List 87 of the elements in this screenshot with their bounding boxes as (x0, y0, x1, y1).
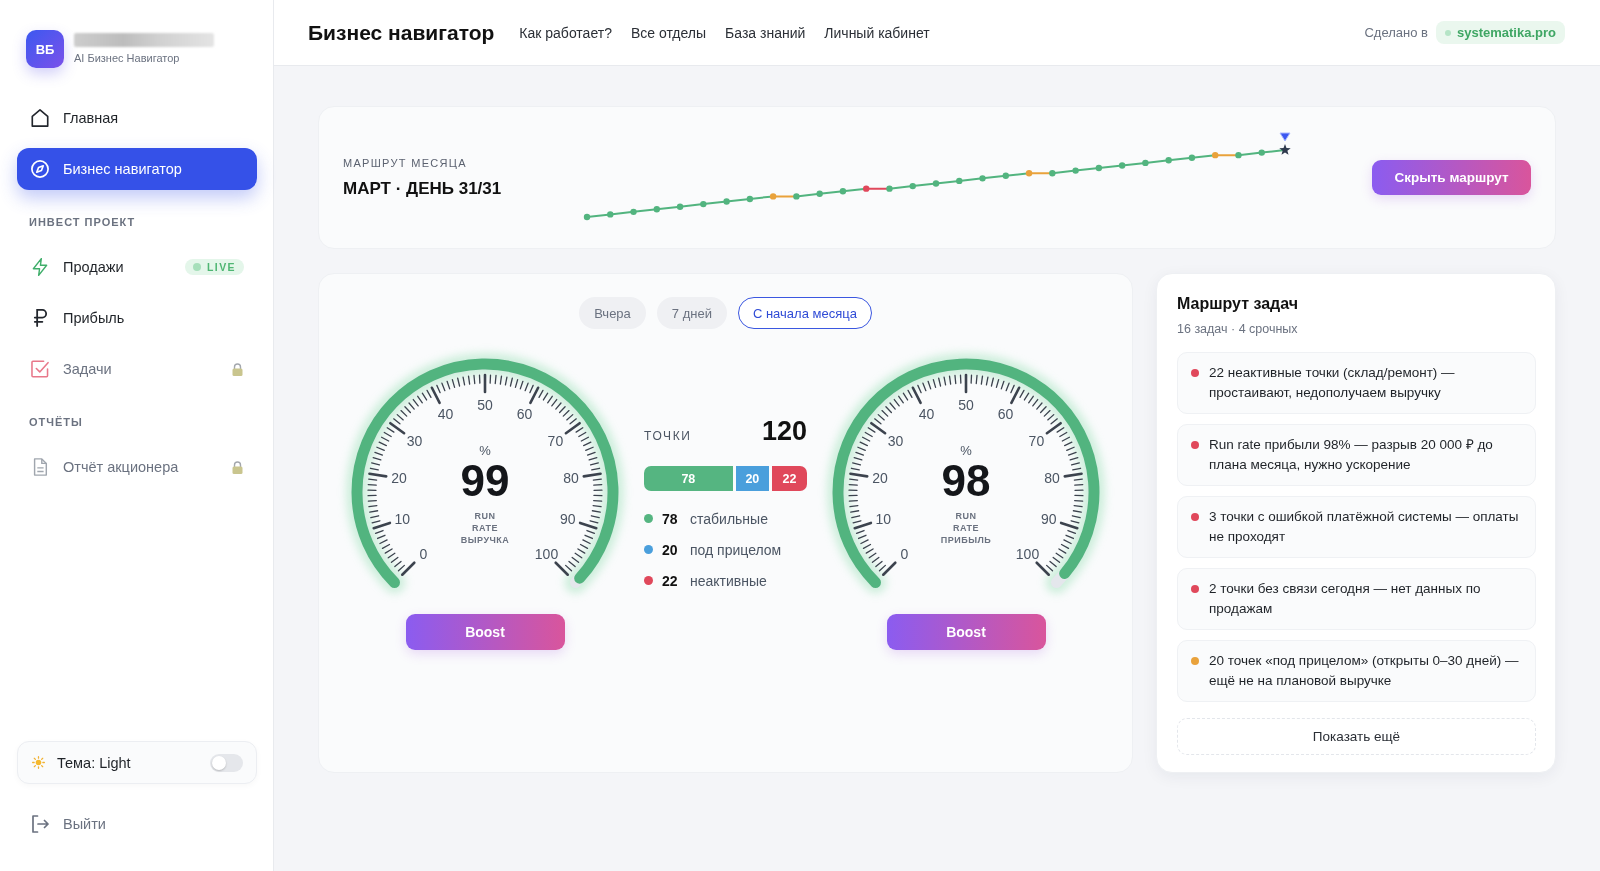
gauge-tick-label: 30 (406, 432, 423, 449)
section-title: ИНВЕСТ ПРОЕКТ (29, 215, 137, 230)
gauge-caption: RUN RATE ВЫРУЧКА (460, 510, 510, 546)
legend-value: 22 (662, 572, 679, 589)
nav-link[interactable]: Как работает? (519, 24, 612, 41)
route-title: МАРТ · ДЕНЬ 31/31 (343, 177, 503, 200)
nav-item[interactable]: Бизнес навигатор (17, 148, 257, 190)
bar-segment: 78 (644, 466, 733, 491)
gauge-tick-label: 100 (1015, 545, 1040, 562)
sun-icon (32, 756, 45, 769)
nav-link[interactable]: Все отделы (630, 24, 707, 41)
made-by-label: Сделано в (1364, 25, 1428, 40)
gauge-tick-label: 80 (1044, 470, 1060, 487)
gauge-tick-label: 20 (872, 470, 888, 487)
page-title: Бизнес навигатор (308, 20, 495, 45)
gauge-tick-label: 30 (887, 432, 904, 449)
lightning-icon (31, 258, 49, 276)
gauge-tick-label: 70 (547, 432, 564, 449)
gauge-tick-label: 60 (516, 406, 533, 423)
legend-label: стабильные (690, 510, 768, 527)
nav-item[interactable]: Прибыль (17, 297, 257, 339)
task-text: 22 неактивные точки (склад/ремонт) — простаивают, недополучаем выручку (1209, 364, 1456, 402)
status-dot-icon (193, 263, 202, 271)
show-more-button[interactable]: Показать ещё (1177, 718, 1536, 755)
bar-segment: 20 (735, 466, 769, 491)
checked-box-icon (31, 360, 49, 378)
panel-subtitle: 16 задач · 4 срочных (1177, 321, 1299, 338)
period-tab[interactable]: С начала месяца (737, 297, 872, 329)
task-text: 2 точки без связи сегодня — нет данных по продажам (1209, 580, 1482, 618)
nav-link[interactable]: Личный кабинет (824, 24, 930, 41)
gauge-tick-label: 50 (477, 397, 493, 413)
nav-item[interactable]: Продажи (17, 246, 186, 288)
gauge-tick-label: 10 (394, 510, 411, 527)
gauge-tick-label: 60 (997, 406, 1014, 423)
gauge-tick-label: 0 (419, 545, 428, 562)
badge-label: LIVE (207, 261, 236, 273)
gauge-value: 99 (460, 459, 510, 503)
legend-value: 78 (662, 510, 679, 527)
period-tab[interactable]: Вчера (579, 297, 646, 329)
points-label: ТОЧКИ (644, 429, 692, 443)
hide-route-button[interactable]: Скрыть маршрут (1372, 160, 1531, 195)
status-dot-icon (1445, 29, 1451, 36)
bar-segment: 22 (771, 466, 807, 491)
gauge-tick-label: 70 (1028, 432, 1045, 449)
gauge-value: 98 (941, 459, 991, 503)
legend-value: 20 (662, 541, 679, 558)
ruble-icon (31, 309, 49, 327)
section-label: МАРШРУТ МЕСЯЦА (343, 155, 468, 170)
avatar: ВБ (26, 30, 64, 68)
nav-item[interactable]: Отчёт акционера (17, 446, 232, 488)
gauge-tick-label: 50 (958, 397, 974, 413)
legend-label: неактивные (690, 572, 767, 589)
nav-item[interactable]: Задачи (17, 348, 232, 390)
home-icon (31, 109, 49, 127)
nav-link[interactable]: База знаний (725, 24, 806, 41)
section-title: ОТЧЁТЫ (29, 415, 84, 430)
lock-icon (232, 460, 243, 474)
lock-icon (232, 362, 243, 376)
legend-label: под прицелом (690, 541, 782, 558)
unit-label: % (960, 443, 972, 459)
gauge-tick-label: 0 (900, 545, 909, 562)
gauge-tick-label: 100 (534, 545, 559, 562)
logout-icon (31, 815, 49, 833)
gauge-tick-label: 90 (1040, 510, 1057, 527)
unit-label: % (479, 443, 491, 459)
gauge-tick-label: 40 (918, 406, 935, 423)
gauge-caption: RUN RATE ПРИБЫЛЬ (940, 510, 992, 546)
compass-icon (31, 160, 49, 178)
logout-button[interactable]: Выйти (17, 803, 120, 845)
document-icon (31, 458, 49, 476)
gauge-tick-label: 10 (875, 510, 892, 527)
theme-label: Тема: Light (57, 754, 131, 771)
gauge-tick-label: 80 (563, 470, 579, 487)
gauge-tick-label: 90 (559, 510, 576, 527)
nav-item[interactable]: Главная (17, 97, 257, 139)
gauge-tick-label: 40 (437, 406, 454, 423)
brand-subtitle: AI Бизнес Навигатор (74, 51, 181, 65)
period-tab[interactable]: 7 дней (656, 297, 727, 329)
theme-switch[interactable] (210, 753, 243, 772)
task-text: 3 точки с ошибкой платёжной системы — оплаты не проходят (1209, 508, 1520, 546)
boost-button[interactable]: Boost (405, 614, 565, 650)
boost-button[interactable]: Boost (886, 614, 1046, 650)
task-text: 20 точек «под прицелом» (открыты 0–30 дней) — ещё не на плановой выручке (1209, 652, 1520, 690)
gauge-tick-label: 20 (391, 470, 407, 487)
panel-title: Маршрут задач (1177, 294, 1300, 314)
task-text: Run rate прибыли 98% — разрыв 20 000 ₽ до плана месяца, нужно ускорение (1209, 436, 1494, 474)
points-total: 120 (761, 416, 807, 446)
